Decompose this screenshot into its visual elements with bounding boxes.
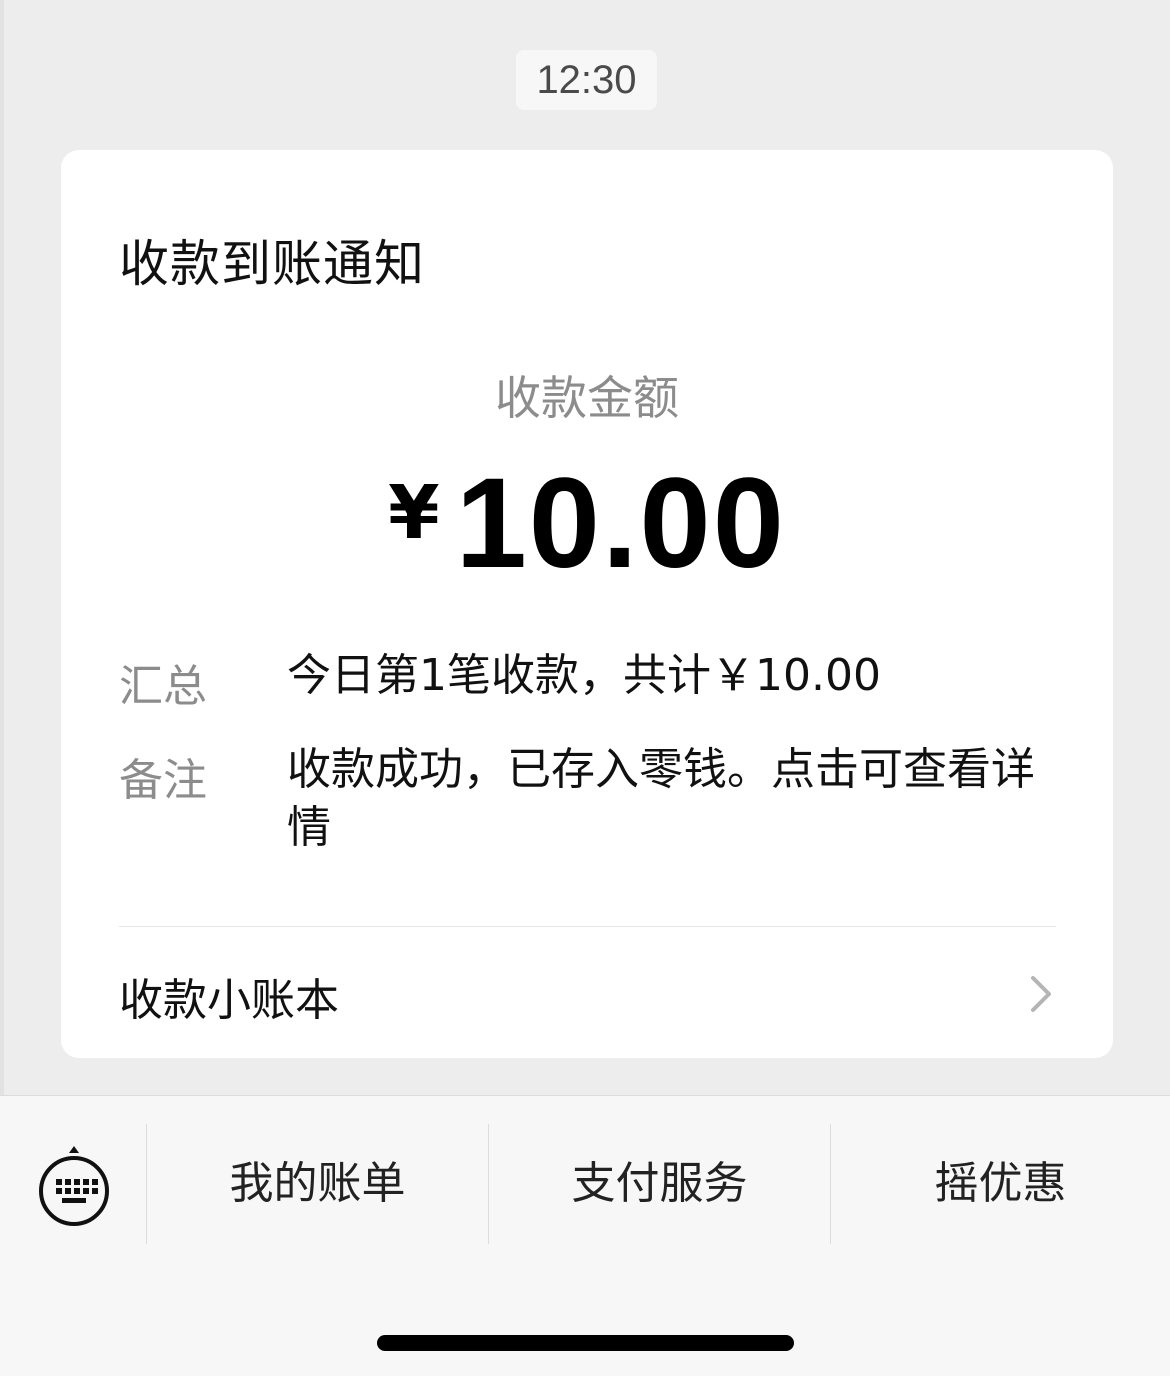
chevron-right-icon[interactable] [1021, 974, 1061, 1014]
message-timestamp: 12:30 [516, 50, 657, 110]
menu-item-my-bills[interactable]: 我的账单 [147, 1124, 488, 1244]
card-divider [119, 926, 1056, 927]
ledger-link-label[interactable]: 收款小账本 [119, 964, 339, 1028]
menu-item-payment-services[interactable]: 支付服务 [489, 1124, 830, 1244]
chat-area: 12:30 收款到账通知 收款金额 ¥10.00 汇总 今日第1笔收款，共计￥1… [0, 0, 1170, 1095]
amount-display: ¥10.00 [61, 450, 1113, 595]
amount-value: 10.00 [455, 452, 786, 595]
summary-value: 今日第1笔收款，共计￥10.00 [287, 650, 881, 701]
remark-label: 备注 [119, 755, 207, 806]
amount-label: 收款金额 [495, 371, 679, 425]
left-edge [0, 0, 4, 1095]
currency-symbol: ¥ [388, 470, 440, 556]
keyboard-icon[interactable] [36, 1146, 112, 1230]
remark-value: 收款成功，已存入零钱。点击可查看详情 [287, 744, 1035, 853]
bottom-menu-bar: 我的账单 支付服务 摇优惠 [0, 1095, 1170, 1376]
home-indicator[interactable] [377, 1335, 794, 1351]
payment-notification-card[interactable]: 收款到账通知 收款金额 ¥10.00 汇总 今日第1笔收款，共计￥10.00 备… [61, 150, 1113, 1058]
card-title: 收款到账通知 [119, 235, 425, 293]
menu-item-shake-deals[interactable]: 摇优惠 [831, 1124, 1170, 1244]
summary-label: 汇总 [119, 661, 207, 712]
